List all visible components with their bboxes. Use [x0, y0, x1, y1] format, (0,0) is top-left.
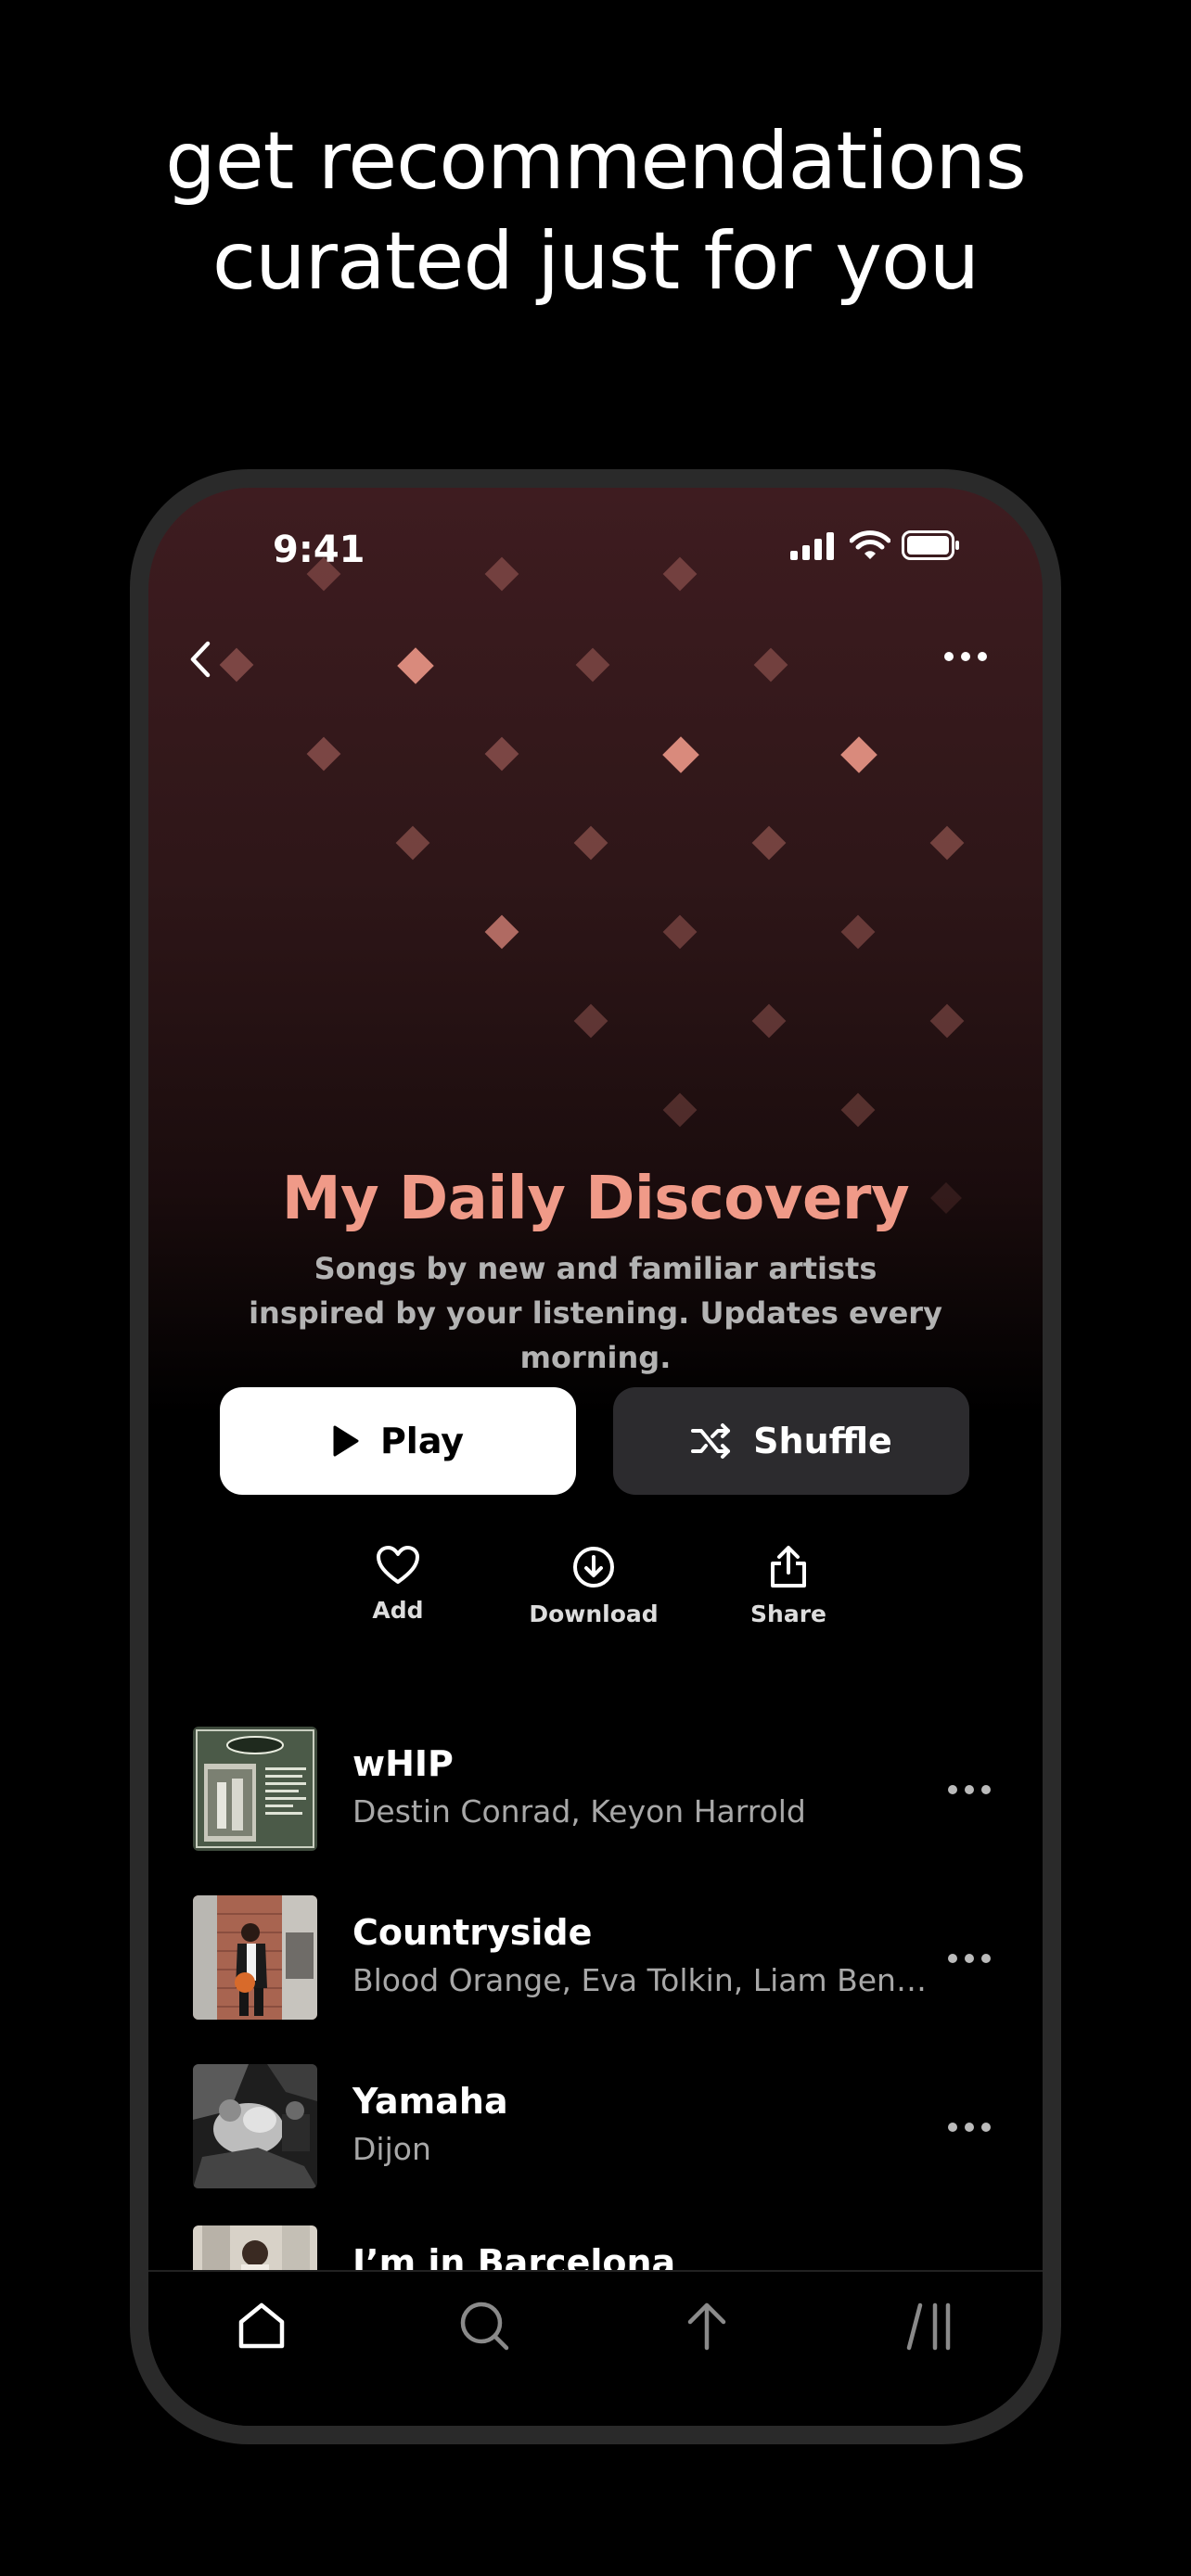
- diamond: [484, 736, 519, 772]
- shuffle-icon: [691, 1423, 731, 1459]
- track-artist: Blood Orange, Eva Tolkin, Liam Benz...: [352, 1962, 928, 1998]
- diamond: [575, 647, 610, 682]
- track-row[interactable]: Yamaha Dijon: [148, 2064, 1043, 2203]
- track-title: Yamaha: [352, 2081, 508, 2122]
- phone-frame: 9:41 My Daily Discovery Songs by new and…: [130, 469, 1061, 2444]
- phone-screen: 9:41 My Daily Discovery Songs by new and…: [148, 488, 1043, 2426]
- diamond: [395, 825, 430, 861]
- library-icon[interactable]: [902, 2298, 957, 2353]
- diamond: [484, 914, 519, 950]
- share-label: Share: [750, 1600, 826, 1627]
- play-button[interactable]: Play: [220, 1387, 576, 1495]
- diamond: [929, 825, 965, 861]
- headline-line-2: curated just for you: [211, 215, 980, 308]
- diamond: [397, 647, 434, 684]
- status-bar: 9:41: [148, 488, 1043, 580]
- more-options-icon[interactable]: [942, 647, 989, 666]
- diamond: [840, 1092, 876, 1128]
- diamond: [306, 736, 341, 772]
- playlist-description: Songs by new and familiar artists inspir…: [249, 1251, 942, 1375]
- diamond: [662, 914, 698, 950]
- diamond: [573, 825, 608, 861]
- play-icon: [333, 1425, 359, 1457]
- upload-icon[interactable]: [679, 2298, 735, 2353]
- home-icon[interactable]: [234, 2298, 289, 2353]
- shuffle-button[interactable]: Shuffle: [613, 1387, 969, 1495]
- share-icon: [771, 1546, 806, 1588]
- album-art: [193, 2064, 317, 2188]
- diamond: [751, 1003, 787, 1039]
- diamond: [840, 736, 877, 773]
- diamond: [662, 736, 699, 773]
- track-artist: Destin Conrad, Keyon Harrold: [352, 1793, 806, 1830]
- track-row[interactable]: Countryside Blood Orange, Eva Tolkin, Li…: [148, 1895, 1043, 2034]
- cellular-signal-icon: [790, 532, 834, 560]
- download-button[interactable]: Download: [519, 1545, 668, 1627]
- track-title: wHIP: [352, 1743, 454, 1784]
- download-label: Download: [529, 1600, 659, 1627]
- diamond: [662, 1092, 698, 1128]
- play-button-label: Play: [379, 1421, 465, 1461]
- album-art: [193, 1727, 317, 1851]
- track-more-icon[interactable]: [946, 2118, 992, 2136]
- wifi-icon: [850, 530, 890, 559]
- playlist-cover-pattern: [219, 556, 965, 1214]
- shuffle-button-label: Shuffle: [753, 1421, 892, 1461]
- playlist-title: My Daily Discovery: [281, 1165, 910, 1233]
- battery-icon: [902, 530, 959, 560]
- album-art: [193, 1895, 317, 2020]
- track-more-icon[interactable]: [946, 1949, 992, 1968]
- download-icon: [573, 1547, 614, 1588]
- add-label: Add: [372, 1597, 424, 1624]
- add-button[interactable]: Add: [324, 1545, 472, 1624]
- track-artist: Dijon: [352, 2131, 431, 2167]
- headline-line-1: get recommendations: [165, 115, 1027, 208]
- share-button[interactable]: Share: [714, 1545, 863, 1627]
- diamond: [840, 914, 876, 950]
- track-title: Countryside: [352, 1912, 593, 1953]
- diamond: [219, 647, 254, 682]
- search-icon[interactable]: [456, 2298, 512, 2353]
- tab-bar: [148, 2270, 1043, 2426]
- diamond: [751, 825, 787, 861]
- heart-icon: [377, 1546, 419, 1584]
- track-more-icon[interactable]: [946, 1780, 992, 1799]
- headline: get recommendations curated just for you: [0, 111, 1191, 312]
- diamond: [573, 1003, 608, 1039]
- status-time: 9:41: [273, 529, 365, 571]
- diamond: [929, 1003, 965, 1039]
- diamond: [753, 647, 788, 682]
- back-icon[interactable]: [182, 636, 219, 682]
- track-row[interactable]: wHIP Destin Conrad, Keyon Harrold: [148, 1727, 1043, 1866]
